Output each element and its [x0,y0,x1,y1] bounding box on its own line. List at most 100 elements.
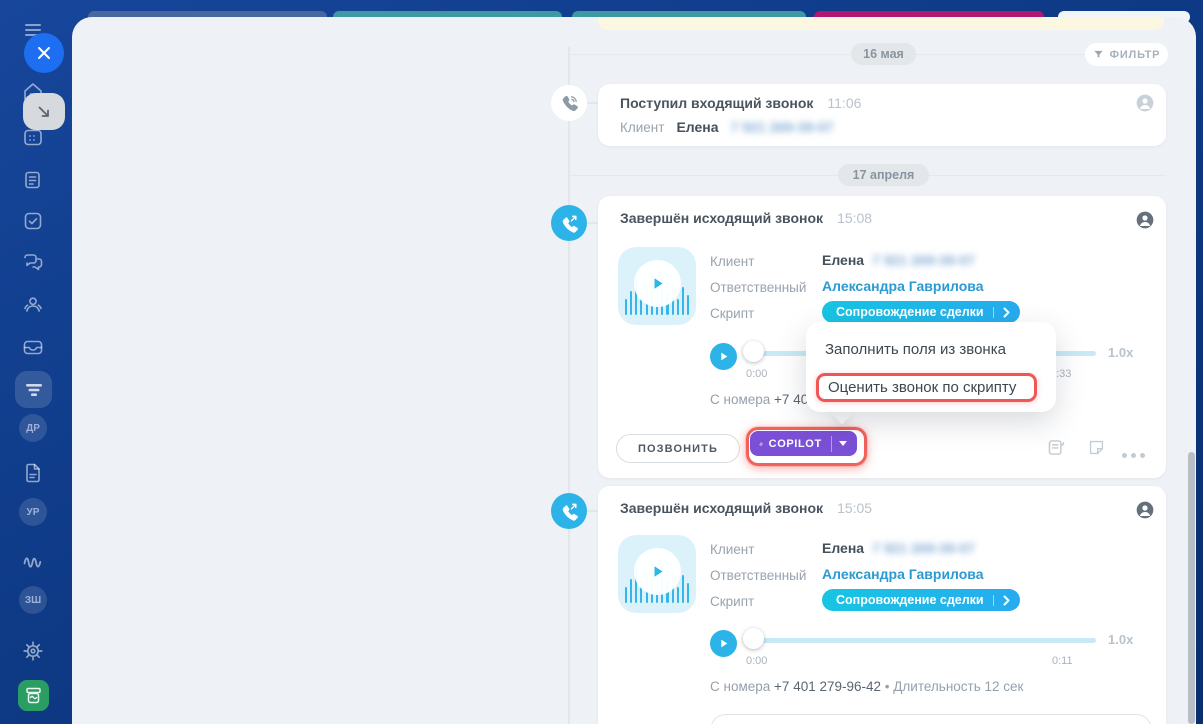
timeline-stub [586,510,598,512]
client-name[interactable]: Елена [822,540,864,556]
script-badge-label: Сопровождение сделки [836,593,984,607]
app-root: { "topbar": { "filter": "ФИЛЬТР", "date_… [0,0,1203,724]
more-options-button[interactable] [1122,445,1149,463]
event-title: Завершён исходящий звонок [620,210,823,226]
audio-track[interactable] [754,638,1096,643]
from-label: С номера [710,392,770,407]
copilot-label: COPILOT [769,438,822,450]
date-pill-17-april: 17 апреля [838,164,929,186]
date-pill-16-may: 16 мая [851,43,916,65]
badge-label: ЗШ [25,595,41,606]
from-label: С номера [710,679,770,694]
event-title: Завершён исходящий звонок [620,500,823,516]
outgoing-call-icon [551,493,587,529]
event-card-incoming-call[interactable]: Поступил входящий звонок 11:06 Клиент Ел… [598,84,1166,146]
copilot-dropdown-menu: Заполнить поля из звонка Оценить звонок … [806,322,1056,412]
client-label: Клиент [710,542,754,557]
script-result-icon[interactable] [1046,437,1067,458]
green-app-icon [24,686,43,705]
menu-item-score-highlight[interactable]: Оценить звонок по скрипту [816,373,1037,402]
audio-knob[interactable] [743,628,764,649]
script-badge[interactable]: Сопровождение сделки [822,589,1020,611]
script-badge[interactable]: Сопровождение сделки [822,301,1020,323]
copilot-button[interactable]: COPILOT [750,431,857,456]
contacts-icon[interactable] [21,292,45,316]
audio-speed[interactable]: 1.0x [1108,345,1133,360]
funnel-icon [1093,49,1104,60]
sidebar-badge-zsh[interactable]: ЗШ [19,586,47,614]
client-label: Клиент [710,254,754,269]
timeline-line [568,47,570,724]
play-overlay[interactable] [634,260,681,307]
call-recording-tile[interactable] [618,247,696,325]
outgoing-call-icon [551,205,587,241]
badge-label: ДР [26,423,40,434]
filter-label: ФИЛЬТР [1110,49,1161,61]
chevron-down-icon[interactable] [839,441,847,446]
event-time: 15:08 [837,210,872,226]
inbox-icon[interactable] [21,335,45,359]
event-title: Поступил входящий звонок [620,95,813,111]
avatar-icon[interactable] [1135,210,1155,230]
client-phone-blurred[interactable]: 7 921 269-39-07 [872,540,975,556]
timeline-stub [586,102,598,104]
play-overlay[interactable] [634,548,681,595]
call-button-label: ПОЗВОНИТЬ [638,443,718,455]
audio-play-button[interactable] [710,630,737,657]
note-card-edge [598,17,1164,30]
sidebar-badge-dr[interactable]: ДР [19,414,47,442]
feed-scrollbar[interactable] [1188,452,1195,724]
audio-play-button[interactable] [710,343,737,370]
sidebar-item-feed-active[interactable] [15,371,52,408]
date-label: 16 мая [863,47,904,61]
owner-label: Ответственный [710,280,806,295]
badge-label: УР [27,507,40,518]
timeline-stub [586,222,598,224]
call-recording-tile[interactable] [618,535,696,613]
client-name[interactable]: Елена [822,252,864,268]
feed-filter-icon [24,380,44,400]
audio-time-start: 0:00 [746,368,767,380]
owner-link[interactable]: Александра Гаврилова [822,278,984,294]
event-time: 15:05 [837,500,872,516]
sidebar-badge-ur[interactable]: УР [19,498,47,526]
filter-button[interactable]: ФИЛЬТР [1085,43,1168,66]
document-icon[interactable] [21,461,45,485]
settings-gear-icon[interactable] [21,639,45,663]
owner-link[interactable]: Александра Гаврилова [822,566,984,582]
play-icon [649,275,666,292]
chats-icon[interactable] [21,250,45,274]
play-icon [718,638,729,649]
from-number-line: С номера +7 401 279-96-42 • Длительность… [710,679,1023,694]
copilot-logo-icon [759,436,763,452]
menu-item-fill-fields[interactable]: Заполнить поля из звонка [825,341,1006,358]
close-icon [37,46,51,60]
amo-logo-icon[interactable] [21,547,45,571]
audio-knob[interactable] [743,341,764,362]
close-button[interactable] [24,33,64,73]
sidebar-app-green[interactable] [18,680,49,711]
audio-speed[interactable]: 1.0x [1108,632,1133,647]
tasks-check-icon[interactable] [21,209,45,233]
client-phone-blurred[interactable]: 7 921 269-39-07 [872,252,975,268]
date-label: 17 апреля [853,168,915,182]
chevron-right-icon [1003,307,1010,318]
avatar-icon[interactable] [1135,93,1155,113]
from-number: +7 401 279-96-42 [774,679,881,694]
event-card-call-1505[interactable]: Завершён исходящий звонок 15:05 Клиент Е… [598,486,1166,724]
audio-time-start: 0:00 [746,655,767,667]
avatar-icon[interactable] [1135,500,1155,520]
event-time: 11:06 [827,95,861,111]
note-icon[interactable] [1087,438,1106,457]
play-icon [718,351,729,362]
comment-input[interactable] [710,714,1152,724]
call-button[interactable]: ПОЗВОНИТЬ [616,434,740,463]
chevron-right-icon [1003,595,1010,606]
notes-icon[interactable] [21,168,45,192]
arrow-down-right-icon [35,103,53,121]
client-phone-blurred[interactable]: 7 921 269-39-07 [731,119,834,135]
calendar-icon[interactable] [21,125,45,149]
badge-divider [993,595,994,606]
menu-item-score-call[interactable]: Оценить звонок по скрипту [828,379,1016,396]
client-name[interactable]: Елена [676,119,718,135]
